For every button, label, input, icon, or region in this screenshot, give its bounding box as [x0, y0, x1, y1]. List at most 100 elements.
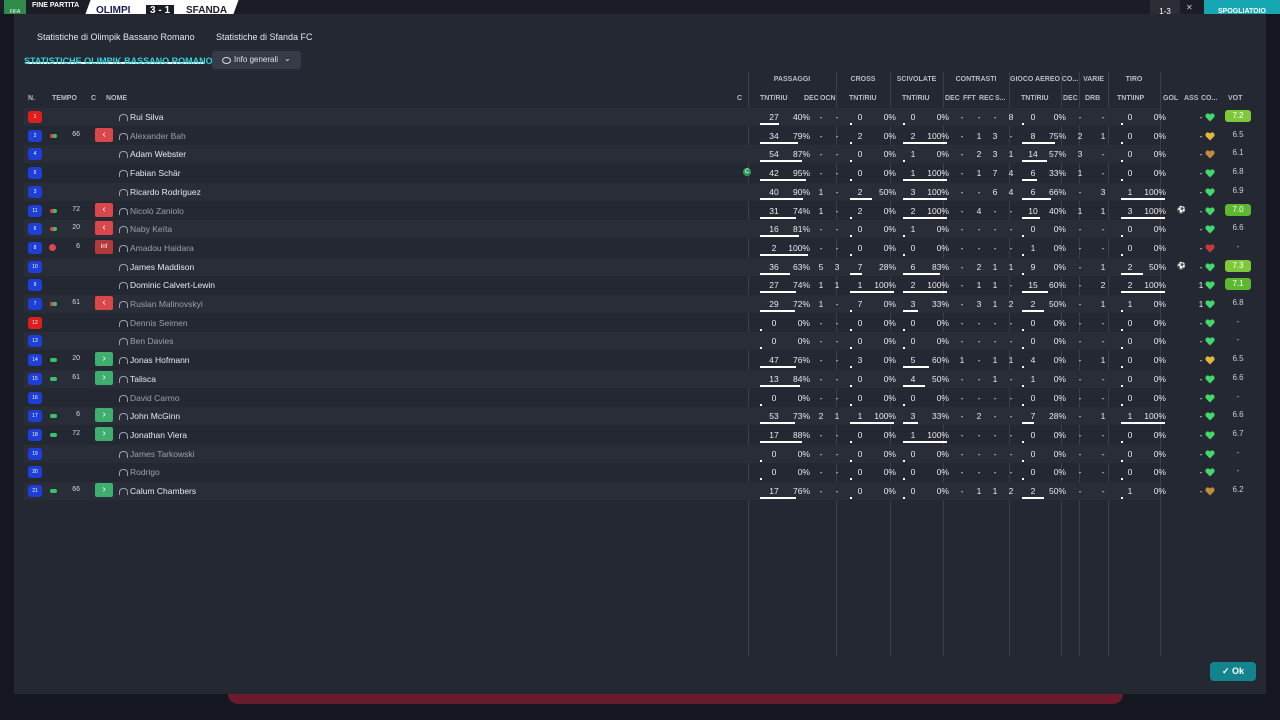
sub-status-button[interactable]: ‹ — [95, 127, 113, 142]
sub-status-button[interactable]: › — [95, 408, 113, 423]
view-dropdown[interactable]: Info generali ⌄ — [212, 51, 301, 69]
aerial-attempts: 0 — [1030, 448, 1036, 459]
player-row[interactable]: 6 20 ‹ Naby Keïta 16 81% - -0 0% 1 0% - - - -0 0% - -0 0% -… — [24, 220, 1244, 239]
column-header-ocn[interactable]: OCN — [820, 95, 836, 102]
column-header-fft[interactable]: FFT — [963, 95, 976, 102]
player-row[interactable]: 7 61 ‹ Ruslan Malinovskyi 29 72% 1-7 0% 3 33% -3 1 2… — [24, 295, 1244, 313]
player-name[interactable]: Jonas Hofmann — [130, 355, 190, 365]
player-row[interactable]: 15 61 › Talisca 13 84% - -0 0% 4 50% - -1-1 0% - -0 0% -6… — [24, 369, 1244, 388]
column-header-c[interactable]: C — [91, 95, 96, 102]
player-name[interactable]: David Carmo — [130, 393, 180, 403]
pass-accuracy: 100% — [788, 242, 810, 253]
column-header-codec[interactable]: DEC — [1063, 95, 1078, 102]
player-row[interactable]: 4 Adam Webster 54 87% - -0 0% 1 0% -2 3 1 14 57% 3-0 0%… — [24, 145, 1244, 164]
sub-status-button[interactable]: ‹ — [95, 296, 113, 310]
column-header-aereo[interactable]: TNT/RIU — [1021, 95, 1049, 102]
column-header-vot[interactable]: VOT — [1228, 95, 1242, 102]
value-bar — [903, 497, 905, 499]
player-row[interactable]: 3 Ricardo Rodríguez 40 90% 1-2 50% 3 100% - -6 4 6 6… — [24, 182, 1244, 201]
player-name[interactable]: Ricardo Rodríguez — [130, 187, 201, 197]
co-dec: - — [1078, 299, 1082, 309]
player-row[interactable]: 18 72 › Jonathan Viera 17 88% - -0 0% 1 100% - - - -0 0… — [24, 426, 1244, 444]
player-row[interactable]: 13 Ben Davies 0 0% - -0 0% 0 0% - - - -0 0% - -0 0% - - — [24, 332, 1239, 351]
player-name[interactable]: Adam Webster — [130, 149, 186, 159]
close-icon[interactable]: ✕ — [1186, 3, 1193, 12]
pass-accuracy: 0% — [797, 392, 810, 403]
player-name[interactable]: Nicolò Zaniolo — [130, 206, 184, 216]
player-name[interactable]: Fabian Schär — [130, 168, 181, 178]
player-name[interactable]: Rui Silva — [130, 112, 164, 122]
player-row[interactable]: 19 James Tarkowski 0 0% - -0 0% 0 0% - - - -0 0% - -0 0%… — [24, 444, 1239, 463]
cross-accuracy: 0% — [883, 336, 896, 347]
sub-status-button[interactable]: ‹ — [95, 221, 113, 236]
shots: 2 — [1127, 280, 1133, 291]
sub-status-button[interactable]: › — [95, 426, 113, 441]
player-name[interactable]: Naby Keïta — [130, 224, 172, 234]
column-header-cross[interactable]: TNT/RIU — [849, 95, 877, 102]
column-header-rec[interactable]: REC — [979, 95, 994, 102]
player-name[interactable]: Dennis Seimen — [130, 318, 188, 328]
dribbles: - — [1101, 168, 1105, 179]
player-row[interactable]: 16 David Carmo 0 0% - -0 0% 0 0% - - - -0 0% - -0 0% - - — [24, 389, 1239, 407]
value-bar — [1022, 403, 1024, 406]
column-header-drb[interactable]: DRB — [1085, 95, 1100, 102]
sub-status-button[interactable]: › — [95, 483, 113, 497]
value-bar — [760, 272, 791, 275]
sub-status-button[interactable]: › — [95, 352, 113, 367]
player-name[interactable]: Dominic Calvert-Lewin — [130, 280, 215, 290]
sub-minute: 20 — [72, 224, 80, 232]
column-header-gol[interactable]: GOL — [1163, 95, 1178, 102]
contr-fft: - — [977, 373, 981, 384]
column-header-tiro[interactable]: TNT\INP — [1117, 95, 1144, 102]
player-name[interactable]: Jonathan Viera — [130, 430, 187, 440]
player-name[interactable]: Ruslan Malinovskyi — [130, 299, 203, 309]
morale-icon — [1205, 375, 1215, 384]
player-row[interactable]: 1 Rui Silva 27 40% - -0 0% 0 0% - - -8 0 0% - -0 0% -7.2 — [24, 108, 1251, 126]
player-name[interactable]: Talisca — [130, 374, 156, 384]
player-name[interactable]: Calum Chambers — [130, 486, 196, 496]
player-row[interactable]: 20 Rodrigo 0 0% - -0 0% 0 0% - - - -0 0% - -0 0% - - — [24, 463, 1239, 481]
player-row[interactable]: 9 Dominic Calvert-Lewin 27 74% 1 1 1 100% 2 100% -… — [24, 276, 1251, 294]
column-header-s[interactable]: S... — [995, 95, 1006, 102]
sub-status-button[interactable]: Inf — [95, 239, 113, 254]
chances: - — [835, 467, 839, 478]
contr-dec: - — [960, 224, 964, 235]
sub-status-button[interactable]: › — [95, 370, 113, 385]
home-team-short: OLIMPI — [96, 5, 131, 14]
column-header-dec[interactable]: DEC — [804, 95, 819, 102]
player-row[interactable]: 14 20 › Jonas Hofmann 47 76% - -3 0% 5 60% 1-1 1 4 0% -… — [24, 351, 1244, 369]
player-row[interactable]: 5 Fabian Schär C 42 95% - -0 0% 1 100% -1 7 4 6 33% 1-0… — [24, 164, 1244, 182]
column-header-ass[interactable]: ASS — [1184, 95, 1198, 102]
sub-status-button[interactable]: ‹ — [95, 202, 113, 217]
column-header-c2[interactable]: C — [737, 95, 742, 102]
column-header-scivolate[interactable]: TNT/RIU — [902, 95, 930, 102]
column-header-co[interactable]: CO... — [1201, 95, 1217, 102]
player-row[interactable]: 2 66 ‹ Alexander Bah 34 79% - -2 0% 2 100% -1 3-8 75%… — [24, 127, 1244, 145]
pass-accuracy: 81% — [792, 224, 810, 235]
player-row[interactable]: 10 James Maddison 36 63% 5 3 7 28% 6 83% -2 1 1 9 0% -1… — [24, 257, 1251, 276]
column-header-pass[interactable]: TNT/RIU — [760, 95, 788, 102]
column-header-n[interactable]: N. — [28, 95, 35, 102]
player-name[interactable]: Amadou Haidara — [130, 243, 194, 253]
shots-on-target: 0% — [1153, 392, 1166, 403]
dressing-room-button[interactable]: SPOGLIATOIO — [1204, 0, 1280, 14]
shots: 0 — [1127, 467, 1133, 478]
player-row[interactable]: 11 72 ‹ Nicolò Zaniolo 31 74% 1-2 0% 2 100% -4- -10… — [24, 202, 1251, 220]
player-name[interactable]: Alexander Bah — [130, 131, 186, 141]
player-name[interactable]: James Tarkowski — [130, 449, 195, 459]
ok-button[interactable]: ✓ Ok — [1210, 662, 1256, 681]
contr-rec: 7 — [992, 168, 998, 179]
column-header-nome[interactable]: NOME — [106, 95, 127, 102]
player-row[interactable]: 12 Dennis Seimen 0 0% - -0 0% 0 0% - - - -0 0% - -0 0% - - — [24, 314, 1239, 332]
player-row[interactable]: 17 6 › John McGinn 53 73% 2 1 1 100% 3 33% -2- -7 28% -… — [24, 407, 1244, 426]
aerial-success: 0% — [1053, 429, 1066, 440]
player-name[interactable]: Rodrigo — [130, 467, 160, 477]
player-name[interactable]: John McGinn — [130, 411, 180, 421]
player-name[interactable]: James Maddison — [130, 262, 194, 272]
value-bar — [1121, 160, 1123, 163]
player-row[interactable]: 21 66 › Calum Chambers 17 76% - -0 0% 0 0% -1 1 2 2 50%… — [24, 482, 1244, 500]
column-header-cdec[interactable]: DEC — [945, 95, 960, 102]
column-header-tempo[interactable]: TEMPO — [52, 95, 77, 102]
player-row[interactable]: 8 6 Inf Amadou Haidara 2 100% - -0 0% 0 0% - - - -1 0% -… — [24, 239, 1239, 257]
player-name[interactable]: Ben Davies — [130, 336, 173, 346]
